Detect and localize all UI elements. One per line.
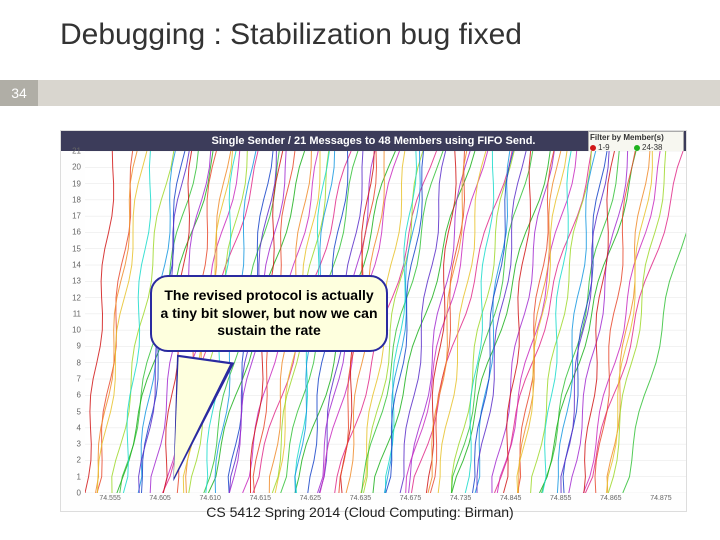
y-tick: 9 [61, 342, 81, 351]
y-tick: 3 [61, 440, 81, 449]
y-tick: 5 [61, 407, 81, 416]
y-tick: 18 [61, 195, 81, 204]
y-tick: 0 [61, 489, 81, 498]
y-tick: 17 [61, 212, 81, 221]
slide-title: Debugging : Stabilization bug fixed [60, 18, 522, 52]
y-tick: 19 [61, 179, 81, 188]
y-tick: 15 [61, 244, 81, 253]
y-tick: 10 [61, 326, 81, 335]
y-tick: 4 [61, 423, 81, 432]
y-tick: 11 [61, 309, 81, 318]
y-tick: 7 [61, 375, 81, 384]
page-number: 34 [0, 80, 38, 106]
header-bar [0, 80, 720, 106]
y-tick: 6 [61, 391, 81, 400]
slide-root: Debugging : Stabilization bug fixed 34 S… [0, 0, 720, 540]
y-tick: 8 [61, 358, 81, 367]
y-tick: 21 [61, 147, 81, 156]
legend-title: Filter by Member(s) [590, 133, 682, 142]
y-tick: 13 [61, 277, 81, 286]
y-tick: 2 [61, 456, 81, 465]
y-tick: 12 [61, 293, 81, 302]
y-tick: 1 [61, 472, 81, 481]
y-tick: 20 [61, 163, 81, 172]
callout-bubble: The revised protocol is actually a tiny … [150, 275, 388, 352]
y-tick: 16 [61, 228, 81, 237]
y-tick: 14 [61, 261, 81, 270]
slide-footer: CS 5412 Spring 2014 (Cloud Computing: Bi… [0, 504, 720, 520]
